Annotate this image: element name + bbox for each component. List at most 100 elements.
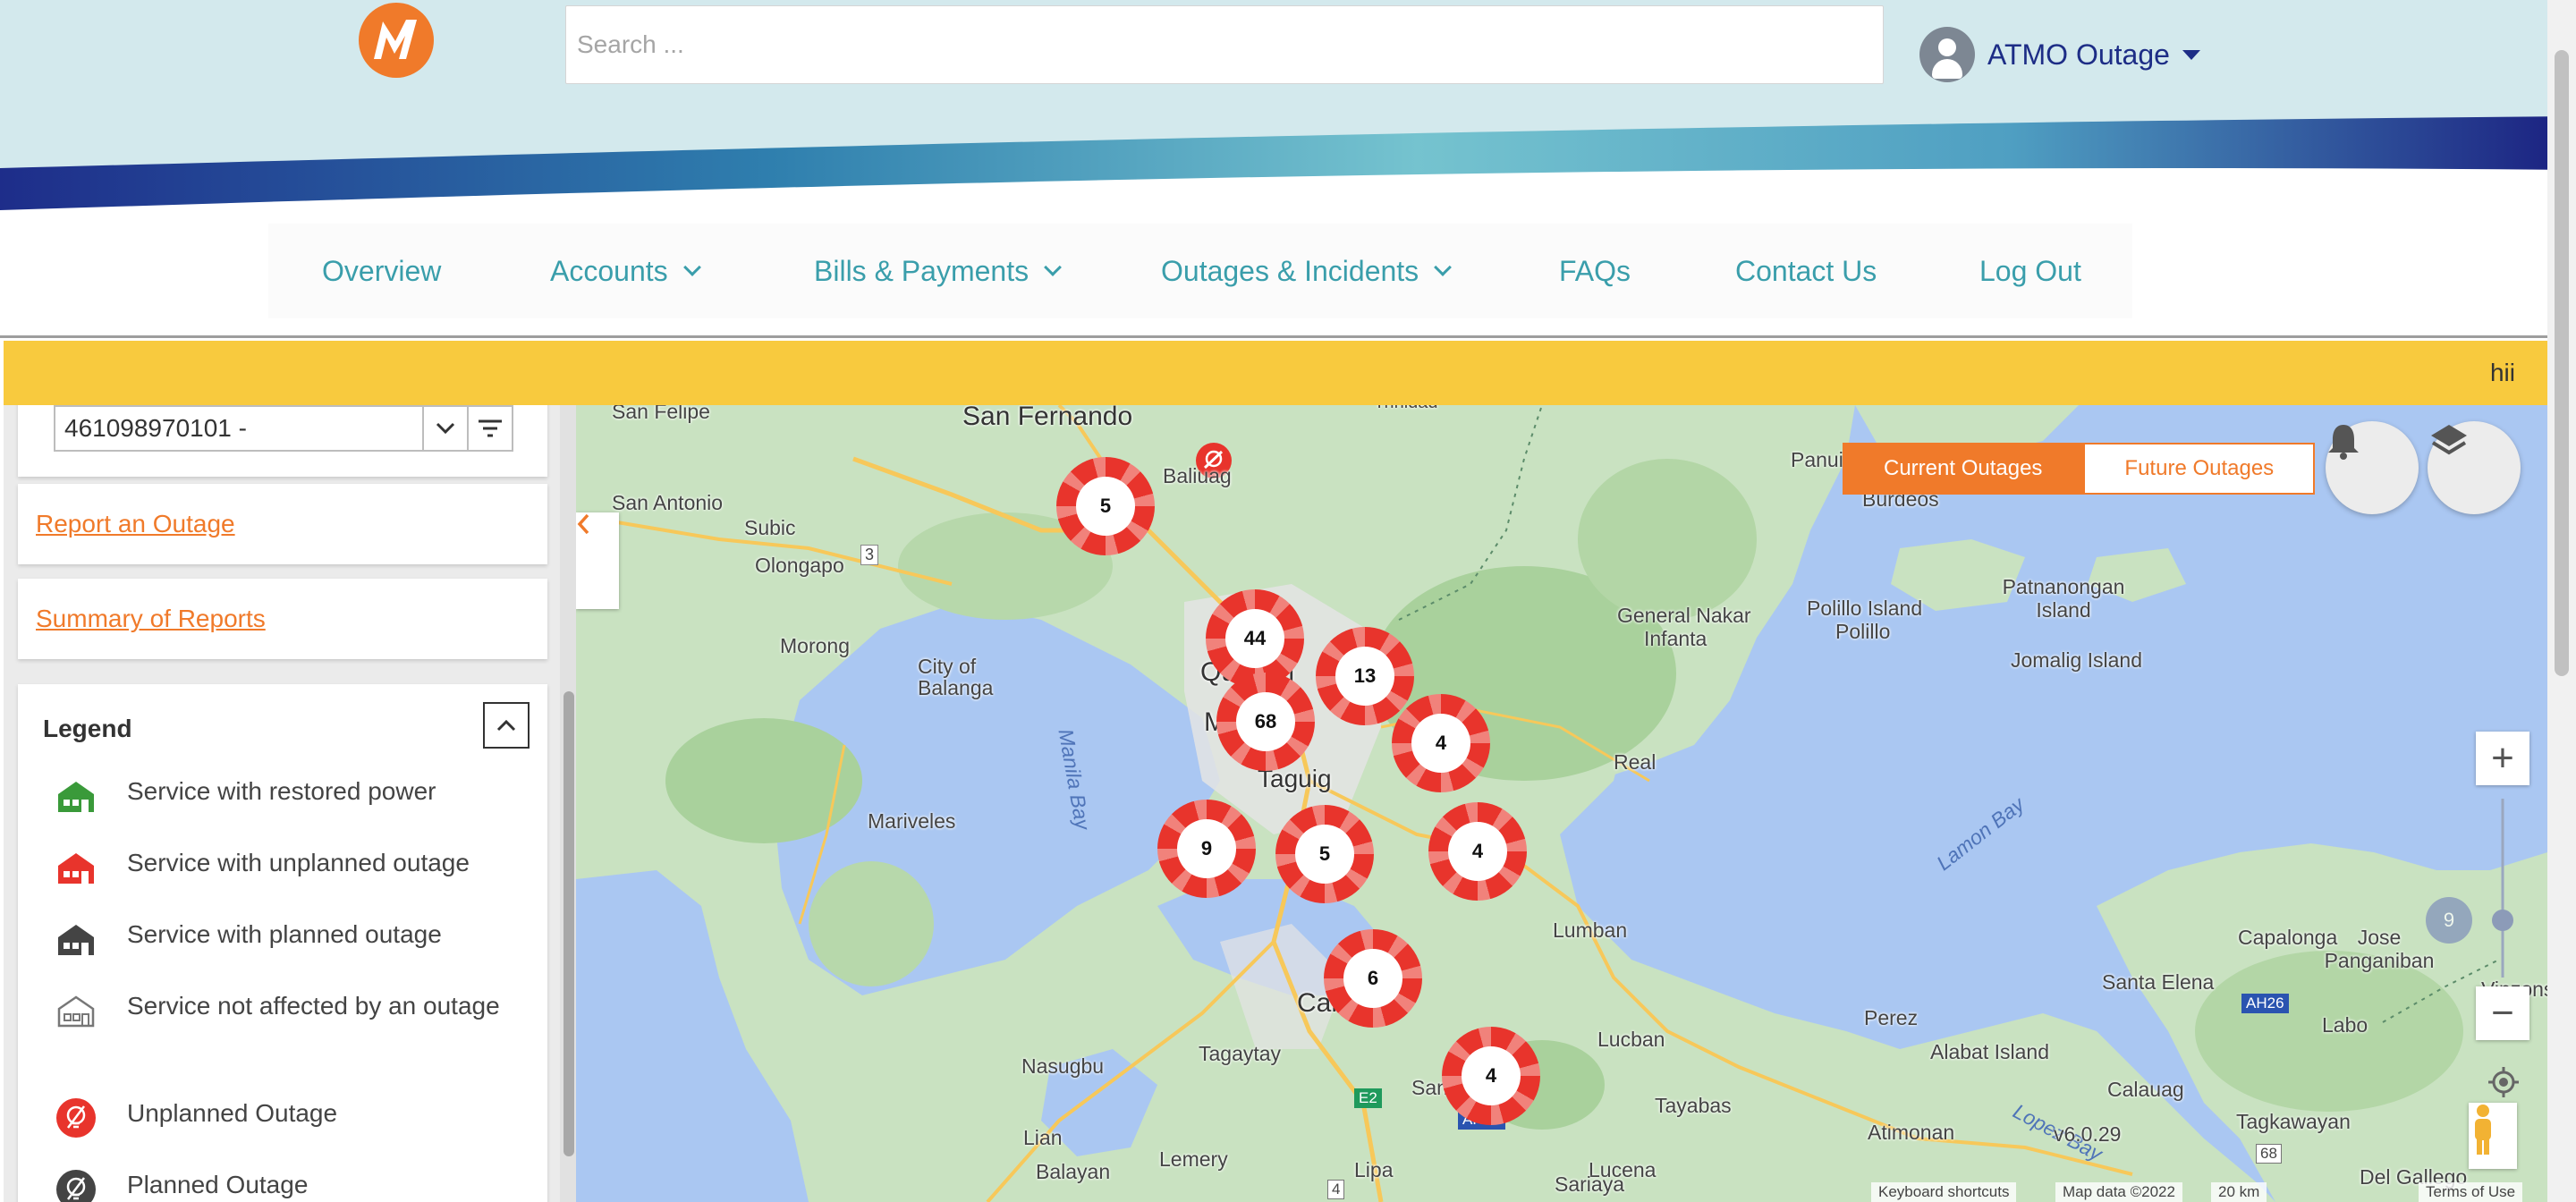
plus-icon: + xyxy=(2491,736,2514,780)
nav-label: Outages & Incidents xyxy=(1161,254,1419,287)
summary-reports-link[interactable]: Summary of Reports xyxy=(18,605,266,633)
faded-cluster[interactable]: 9 xyxy=(2426,897,2472,944)
route-shield: AH26 xyxy=(2241,994,2289,1013)
route-shield: 4 xyxy=(1327,1180,1345,1199)
account-select[interactable]: 461098970101 - xyxy=(54,405,424,452)
cluster-count: 9 xyxy=(1177,819,1236,878)
outage-cluster[interactable]: 4 xyxy=(1428,802,1527,901)
map-label: Balayan xyxy=(1036,1160,1111,1183)
outage-cluster[interactable]: 6 xyxy=(1324,929,1422,1028)
nav-bills-payments[interactable]: Bills & Payments xyxy=(814,224,1062,318)
map-label: Polillo Island xyxy=(1807,597,1923,620)
outage-cluster[interactable]: 68 xyxy=(1216,673,1315,771)
outage-cluster[interactable]: 4 xyxy=(1442,1027,1540,1125)
map-version: v6.0.29 xyxy=(2054,1122,2122,1146)
page-scrollbar-thumb[interactable] xyxy=(2555,50,2569,676)
map-label: Calauag xyxy=(2107,1078,2184,1101)
tab-current-outages[interactable]: Current Outages xyxy=(1843,443,2084,495)
legend-collapse-button[interactable] xyxy=(483,702,530,749)
legend-label: Service with unplanned outage xyxy=(127,849,470,876)
zoom-in-button[interactable]: + xyxy=(2476,732,2529,785)
nav-contact-us[interactable]: Contact Us xyxy=(1735,224,1877,318)
my-location-icon[interactable] xyxy=(2487,1065,2521,1099)
account-dropdown-button[interactable] xyxy=(422,405,469,452)
map-label: San Fernando xyxy=(962,405,1133,431)
search-input[interactable] xyxy=(565,5,1884,84)
account-card: 461098970101 - xyxy=(18,405,547,477)
nav-label: Accounts xyxy=(550,254,668,287)
map-label: Santa Elena xyxy=(2102,970,2215,994)
announcement-banner: hii xyxy=(4,341,2547,405)
legend-label: Unplanned Outage xyxy=(127,1099,338,1127)
zoom-out-button[interactable]: − xyxy=(2476,986,2529,1040)
notifications-button[interactable] xyxy=(2326,421,2419,514)
nav-overview[interactable]: Overview xyxy=(322,224,441,318)
logo-icon[interactable] xyxy=(356,0,436,80)
main-nav: Overview Accounts Bills & Payments Outag… xyxy=(268,224,2132,318)
page-scrollbar[interactable] xyxy=(2547,0,2576,1202)
map-label: Morong xyxy=(780,634,850,657)
map-scale: 20 km xyxy=(2211,1182,2267,1202)
legend-item: Service not affected by an outage xyxy=(54,988,503,1033)
map-label: Lemery xyxy=(1159,1147,1228,1171)
user-menu[interactable]: ATMO Outage xyxy=(1919,27,2200,82)
page: ATMO Outage Overview Accounts Bills & Pa… xyxy=(0,0,2576,1202)
map-label: Trinidad xyxy=(1374,405,1438,413)
user-name: ATMO Outage xyxy=(1987,38,2170,71)
map-label: Sariaya xyxy=(1555,1172,1624,1196)
unplanned-pin-icon xyxy=(54,1096,98,1140)
chevron-up-icon xyxy=(496,719,516,732)
map-label: Panui xyxy=(1791,448,1843,471)
chevron-down-icon xyxy=(1434,258,1453,276)
chevron-down-icon xyxy=(436,422,455,435)
map-label: San Antonio xyxy=(612,491,724,514)
nav-accounts[interactable]: Accounts xyxy=(550,224,701,318)
terms-link[interactable]: Terms of Use xyxy=(2419,1182,2523,1202)
legend-label: Service with planned outage xyxy=(127,920,442,948)
sidebar-scrollbar-thumb[interactable] xyxy=(564,691,574,1156)
tab-future-outages[interactable]: Future Outages xyxy=(2083,443,2316,495)
map-label: Real xyxy=(1614,750,1657,774)
filter-button[interactable] xyxy=(467,405,513,452)
cluster-count: 4 xyxy=(1462,1046,1521,1105)
minus-icon: − xyxy=(2491,991,2514,1035)
outage-cluster[interactable]: 4 xyxy=(1392,694,1490,792)
attrib-shortcuts: Keyboard shortcuts xyxy=(1878,1183,2010,1200)
street-view-button[interactable] xyxy=(2469,1103,2517,1169)
nav-outages-incidents[interactable]: Outages & Incidents xyxy=(1161,224,1453,318)
cluster-count: 68 xyxy=(1236,692,1295,751)
cluster-count: 4 xyxy=(1411,714,1470,773)
planned-pin-icon xyxy=(54,1167,98,1202)
map-label: Mariveles xyxy=(868,809,956,833)
sidebar: 461098970101 - Report an Outage Summary … xyxy=(4,405,576,1202)
house-green-icon xyxy=(54,774,98,818)
keyboard-shortcuts-link[interactable]: Keyboard shortcuts xyxy=(1871,1182,2017,1202)
outage-cluster[interactable]: 5 xyxy=(1056,457,1155,555)
outage-tabs: Current Outages Future Outages xyxy=(1843,443,2316,495)
outage-map[interactable]: San Fernando San Felipe Baliuag San Anto… xyxy=(576,405,2547,1202)
cluster-count: 5 xyxy=(1295,825,1354,884)
chevron-down-icon xyxy=(682,258,701,276)
chevron-down-icon xyxy=(1044,258,1062,276)
cluster-count: 6 xyxy=(1343,949,1402,1008)
nav-log-out[interactable]: Log Out xyxy=(1979,224,2081,318)
route-shield: 3 xyxy=(860,545,879,565)
nav-bar: Overview Accounts Bills & Payments Outag… xyxy=(0,215,2576,338)
map-label: San Felipe xyxy=(612,405,710,423)
collapse-sidebar-button[interactable] xyxy=(576,512,619,609)
chevron-left-icon xyxy=(577,513,589,535)
legend-item: Service with restored power xyxy=(54,774,503,818)
report-outage-link[interactable]: Report an Outage xyxy=(18,510,235,538)
attrib-terms: Terms of Use xyxy=(2426,1183,2516,1200)
summary-card: Summary of Reports xyxy=(18,579,547,659)
outage-cluster[interactable]: 5 xyxy=(1275,805,1374,903)
nav-faqs[interactable]: FAQs xyxy=(1559,224,1631,318)
account-value: 461098970101 - xyxy=(64,414,247,442)
layers-button[interactable] xyxy=(2428,421,2521,514)
legend-item: Service with unplanned outage xyxy=(54,845,503,890)
legend-label: Service not affected by an outage xyxy=(127,992,500,1020)
map-data-credit: Map data ©2022 xyxy=(2055,1182,2182,1202)
map-label: Polillo xyxy=(1835,620,1891,643)
filter-icon xyxy=(479,419,502,437)
outage-cluster[interactable]: 9 xyxy=(1157,800,1256,898)
